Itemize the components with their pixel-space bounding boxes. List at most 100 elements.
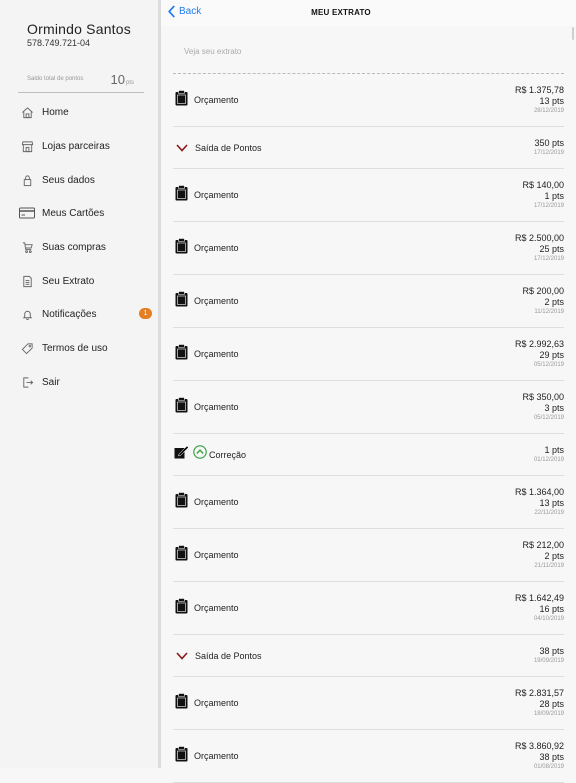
transaction-amount: R$ 212,00 [522, 539, 564, 550]
transaction-label: Orçamento [194, 497, 239, 507]
transaction-date: 22/11/2019 [534, 509, 564, 516]
document-icon [18, 274, 36, 288]
transaction-label: Orçamento [194, 190, 239, 200]
transaction-label: Correção [209, 449, 247, 460]
transaction-amount: R$ 2.992,63 [514, 338, 564, 349]
clipboard-icon [173, 89, 194, 111]
transaction-amount: R$ 200,00 [522, 285, 564, 296]
clipboard-icon [173, 597, 194, 619]
sidebar-item-compras[interactable]: Suas compras [18, 235, 158, 259]
sidebar-divider [158, 0, 161, 768]
sidebar-item-termos[interactable]: Termos de uso [18, 336, 158, 360]
credit-card-icon [18, 206, 36, 220]
transaction-date: 17/12/2019 [533, 149, 564, 156]
sidebar-item-label: Sair [42, 376, 60, 388]
sidebar-item-cartoes[interactable]: Meus Cartões [18, 201, 158, 225]
transaction-amount: R$ 350,00 [522, 391, 564, 402]
clipboard-icon [173, 491, 194, 513]
sidebar-item-label: Home [42, 106, 69, 118]
transaction-points: 350 pts [534, 137, 564, 148]
transaction-label: Orçamento [194, 751, 239, 761]
transaction-label: Saída de Pontos [195, 142, 262, 153]
transaction-row[interactable]: Orçamento R$ 350,00 3 pts 05/12/2019 [173, 381, 564, 434]
transaction-row[interactable]: Orçamento R$ 2.500,00 25 pts 17/12/2019 [173, 222, 564, 275]
sidebar-item-label: Termos de uso [42, 342, 108, 354]
sidebar-item-seus-dados[interactable]: Seus dados [18, 168, 158, 192]
clipboard-icon [173, 745, 194, 767]
transaction-label: Orçamento [194, 402, 239, 412]
transaction-date: 17/12/2019 [533, 202, 564, 209]
transaction-date: 19/09/2019 [533, 657, 564, 664]
transaction-points: 13 pts [539, 95, 564, 106]
sidebar-item-lojas[interactable]: Lojas parceiras [18, 134, 158, 158]
transaction-amount: R$ 1.375,78 [514, 84, 564, 95]
transaction-date: 17/12/2019 [533, 255, 564, 262]
clipboard-icon [173, 544, 194, 566]
transaction-points: 25 pts [539, 243, 564, 254]
transaction-row[interactable]: Orçamento R$ 200,00 2 pts 11/12/2019 [173, 275, 564, 328]
sidebar-item-sair[interactable]: Sair [18, 370, 158, 394]
transaction-label: Orçamento [194, 603, 239, 613]
transaction-points: 16 pts [539, 603, 564, 614]
points-balance: Saldo total de pontos 10pts [18, 70, 144, 93]
store-icon [18, 139, 36, 153]
transaction-amount: R$ 140,00 [522, 179, 564, 190]
scrollbar[interactable] [572, 27, 574, 40]
transaction-row[interactable]: Orçamento R$ 1.642,49 16 pts 04/10/2019 [173, 582, 564, 635]
transaction-row[interactable]: Saída de Pontos 38 pts 19/09/2019 [173, 635, 564, 677]
transaction-amount: R$ 2.500,00 [514, 232, 564, 243]
transaction-points: 29 pts [539, 349, 564, 360]
clipboard-icon [173, 184, 194, 206]
user-cpf: 578.749.721-04 [27, 38, 91, 48]
page-subtitle: Veja seu extrato [184, 47, 242, 56]
transaction-date: 05/12/2019 [533, 414, 564, 421]
transaction-row[interactable]: Orçamento R$ 2.831,57 28 pts 18/09/2019 [173, 677, 564, 730]
transaction-list: Orçamento R$ 1.375,78 13 pts 28/12/2019 Sa… [173, 74, 564, 783]
transaction-points: 28 pts [539, 698, 564, 709]
transaction-date: 21/11/2019 [534, 562, 564, 569]
transaction-date: 04/10/2019 [533, 615, 564, 622]
transaction-row[interactable]: Orçamento R$ 212,00 2 pts 21/11/2019 [173, 529, 564, 582]
transaction-date: 01/08/2019 [533, 763, 564, 770]
transaction-points: 38 pts [539, 751, 564, 762]
transaction-points: 3 pts [544, 402, 564, 413]
sidebar: Ormindo Santos 578.749.721-04 Saldo tota… [0, 0, 158, 768]
edit-icon [173, 445, 193, 464]
sidebar-item-label: Seus dados [42, 174, 95, 186]
lock-icon [18, 173, 36, 187]
transaction-points: 2 pts [544, 550, 564, 561]
chevron-up-circle-icon [193, 445, 209, 464]
transaction-points: 2 pts [544, 296, 564, 307]
sidebar-item-label: Meus Cartões [42, 207, 105, 219]
home-icon [18, 105, 36, 119]
clipboard-icon [173, 237, 194, 259]
transaction-row[interactable]: Orçamento R$ 1.364,00 13 pts 22/11/2019 [173, 476, 564, 529]
sidebar-item-home[interactable]: Home [18, 100, 158, 124]
transaction-amount: R$ 3.860,92 [514, 740, 564, 751]
transaction-row[interactable]: Orçamento R$ 1.375,78 13 pts 28/12/2019 [173, 74, 564, 127]
sidebar-item-extrato[interactable]: Seu Extrato [18, 269, 158, 293]
points-number: 10 [110, 72, 125, 87]
transaction-row[interactable]: Saída de Pontos 350 pts 17/12/2019 [173, 127, 564, 169]
sidebar-item-label: Lojas parceiras [42, 140, 110, 152]
sidebar-item-notificacoes[interactable]: Notificações 1 [18, 302, 158, 326]
clipboard-icon [173, 343, 194, 365]
logout-icon [18, 375, 36, 389]
transaction-row[interactable]: Orçamento R$ 140,00 1 pts 17/12/2019 [173, 169, 564, 222]
transaction-row[interactable]: Correção 1 pts 01/12/2019 [173, 434, 564, 476]
cart-icon [18, 240, 36, 254]
clipboard-icon [173, 692, 194, 714]
transaction-label: Orçamento [194, 296, 239, 306]
transaction-row[interactable]: Orçamento R$ 3.860,92 38 pts 01/08/2019 [173, 730, 564, 783]
transaction-amount: R$ 1.364,00 [514, 486, 564, 497]
transaction-amount: R$ 1.642,49 [514, 592, 564, 603]
sidebar-item-label: Notificações [42, 308, 97, 320]
transaction-points: 13 pts [539, 497, 564, 508]
transaction-label: Orçamento [194, 349, 239, 359]
transaction-label: Orçamento [194, 243, 239, 253]
sidebar-item-label: Suas compras [42, 241, 106, 253]
transaction-row[interactable]: Orçamento R$ 2.992,63 29 pts 05/12/2019 [173, 328, 564, 381]
chevron-down-icon [173, 647, 195, 665]
clipboard-icon [173, 396, 194, 418]
points-value: 10pts [111, 72, 134, 87]
